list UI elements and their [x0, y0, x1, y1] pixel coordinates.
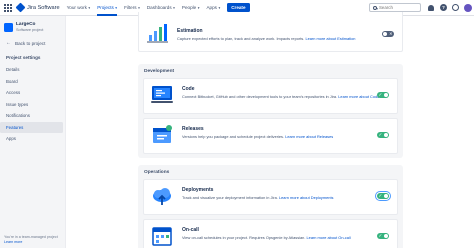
team-managed-text: You're in a team-managed project [4, 235, 58, 240]
create-button[interactable]: Create [227, 3, 250, 12]
project-header: LargeCo Software project [0, 16, 65, 32]
section-title: Development [144, 69, 175, 74]
features-main: Estimation Capture expected efforts to p… [66, 12, 474, 248]
settings-nav-list: Details Board Access Issue types Notific… [0, 64, 65, 145]
help-icon[interactable]: ? [440, 4, 447, 11]
learn-more-releases-link[interactable]: Learn more about Releases [285, 134, 333, 139]
logo-text: Jira Software [27, 4, 60, 11]
search-input[interactable] [379, 5, 419, 10]
deployments-cloud-icon [153, 188, 171, 205]
feature-name: Releases [182, 126, 204, 132]
chevron-down-icon: ▾ [197, 5, 200, 10]
feature-card-deployments: Deployments Track and visualize your dep… [143, 179, 398, 215]
project-settings-title: Project settings [6, 55, 41, 60]
feature-name: Estimation [177, 28, 203, 34]
learn-more-code-link[interactable]: Learn more about Code [338, 94, 379, 99]
feature-card-on-call: On-call View on-call schedules in your p… [143, 219, 398, 248]
nav-projects[interactable]: Projects ▾ [97, 0, 117, 16]
sidebar-item-apps[interactable]: Apps [0, 133, 63, 145]
back-to-project-label: Back to project [15, 40, 46, 46]
code-toggle[interactable]: ✓ [377, 92, 389, 98]
sidebar-item-notifications[interactable]: Notifications [0, 110, 63, 122]
feature-description: Versions help you package and schedule p… [182, 134, 334, 139]
estimation-chart-icon [147, 24, 168, 43]
sidebar-item-details[interactable]: Details [0, 64, 63, 76]
chevron-down-icon: ▾ [138, 5, 140, 10]
chevron-down-icon: ▾ [218, 5, 221, 10]
on-call-toggle[interactable]: ✓ [377, 233, 389, 239]
team-managed-notice: You're in a team-managed project Learn m… [4, 235, 64, 245]
section-development: Development Code Connect Bitbucket, GitH… [138, 64, 403, 158]
feature-name: Deployments [182, 187, 214, 193]
chevron-down-icon: ▾ [88, 5, 91, 10]
feature-card-code: Code Connect Bitbucket, GitHub and other… [143, 78, 398, 114]
app-switcher-icon[interactable] [3, 3, 13, 13]
user-avatar[interactable] [464, 4, 472, 12]
sidebar-item-board[interactable]: Board [0, 76, 63, 88]
chevron-down-icon: ▾ [173, 5, 175, 10]
feature-card-estimation: Estimation Capture expected efforts to p… [138, 12, 403, 52]
feature-name: On-call [182, 227, 199, 233]
sidebar-item-features[interactable]: Features [0, 121, 63, 133]
releases-toggle[interactable]: ✓ [377, 132, 389, 138]
learn-more-estimation-link[interactable]: Learn more about Estimation [305, 36, 355, 41]
arrow-left-icon: ← [6, 40, 11, 46]
feature-description: Track and visualize your deployment info… [182, 195, 334, 200]
learn-more-link[interactable]: Learn more [4, 240, 22, 244]
releases-box-icon [153, 125, 172, 143]
search-box[interactable] [369, 3, 421, 12]
feature-name: Code [182, 86, 195, 92]
chevron-down-icon: ▾ [115, 5, 118, 10]
project-type: Software project [16, 28, 44, 32]
on-call-calendar-icon [152, 227, 172, 246]
jira-logo[interactable]: Jira Software [15, 0, 60, 16]
jira-logo-icon [15, 2, 26, 13]
settings-gear-icon[interactable] [452, 4, 459, 11]
learn-more-on-call-link[interactable]: Learn more about On-call [307, 235, 351, 240]
sidebar-item-issue-types[interactable]: Issue types [0, 99, 63, 111]
feature-description: Capture expected efforts to plan, track … [177, 36, 356, 41]
code-laptop-icon [151, 86, 173, 103]
nav-your-work[interactable]: Your work ▾ [67, 0, 91, 16]
notifications-bell-icon[interactable] [428, 5, 434, 11]
sidebar-item-access[interactable]: Access [0, 87, 63, 99]
project-name: LargeCo [16, 22, 36, 27]
feature-description: View on-call schedules in your project. … [182, 235, 351, 240]
project-sidebar: LargeCo Software project ← Back to proje… [0, 16, 66, 248]
learn-more-deployments-link[interactable]: Learn more about Deployments [279, 195, 334, 200]
deployments-toggle[interactable]: ✓ [377, 193, 389, 199]
feature-card-releases: Releases Versions help you package and s… [143, 118, 398, 154]
back-to-project-link[interactable]: ← Back to project [0, 32, 65, 46]
estimation-toggle[interactable]: ✕ [382, 31, 394, 37]
feature-description: Connect Bitbucket, GitHub and other deve… [182, 94, 380, 99]
section-operations: Operations Deployments Track and visuali… [138, 165, 403, 248]
section-title: Operations [144, 170, 170, 175]
search-icon [373, 5, 377, 10]
project-avatar-icon [4, 23, 13, 32]
